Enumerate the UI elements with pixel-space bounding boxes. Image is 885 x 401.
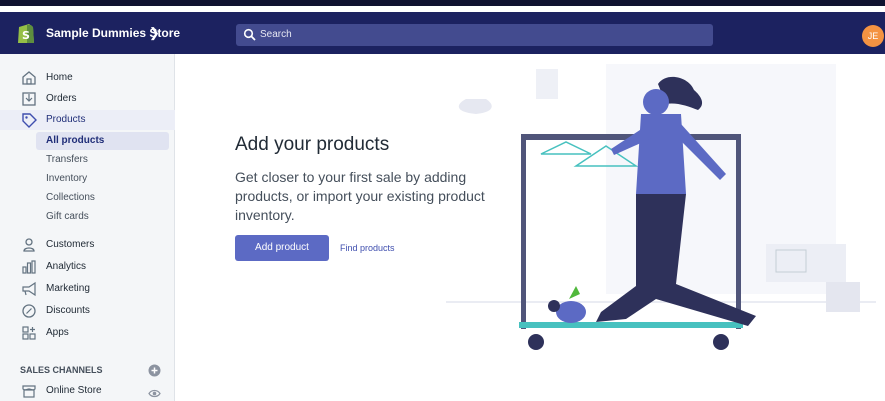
sidebar-subitem-transfers[interactable]: Transfers [36, 151, 169, 169]
discount-icon [22, 304, 36, 318]
empty-state-illustration [446, 64, 876, 350]
avatar[interactable]: JE [862, 25, 884, 47]
sidebar-item-analytics[interactable]: Analytics [0, 257, 175, 277]
sidebar-item-label: Online Store [46, 385, 102, 396]
sidebar-item-marketing[interactable]: Marketing [0, 279, 175, 299]
sidebar-subitem-label: Gift cards [46, 211, 89, 222]
sidebar-item-label: Discounts [46, 305, 90, 316]
add-product-button[interactable]: Add product [235, 235, 329, 261]
sidebar-subitem-label: Collections [46, 192, 95, 203]
sales-channels-heading: SALES CHANNELS [20, 365, 103, 375]
search-input[interactable]: Search [236, 24, 713, 46]
home-icon [22, 71, 36, 85]
sidebar-subitem-all-products[interactable]: All products [36, 132, 169, 150]
apps-icon [22, 326, 36, 340]
eye-icon[interactable] [148, 387, 161, 400]
tag-icon [22, 113, 37, 128]
sidebar-subitem-label: Transfers [46, 154, 88, 165]
sidebar-item-apps[interactable]: Apps [0, 323, 175, 343]
sidebar-item-label: Orders [46, 93, 77, 104]
sidebar-subitem-collections[interactable]: Collections [36, 189, 169, 207]
sidebar-item-label: Customers [46, 239, 95, 250]
sidebar-item-label: Apps [46, 327, 69, 338]
find-products-link[interactable]: Find products [340, 243, 395, 253]
store-icon [22, 385, 36, 398]
sidebar-item-customers[interactable]: Customers [0, 235, 175, 255]
svg-text:S: S [22, 29, 30, 42]
sidebar-item-label: Marketing [46, 283, 90, 294]
sidebar: Home Orders Products All products Transf… [0, 54, 175, 401]
orders-icon [22, 92, 36, 106]
page-title: Add your products [235, 134, 390, 155]
customers-icon [23, 238, 35, 252]
search-icon [243, 28, 256, 41]
main-content: Add your products Get closer to your fir… [176, 54, 885, 401]
sidebar-item-home[interactable]: Home [0, 68, 175, 88]
sidebar-subitem-inventory[interactable]: Inventory [36, 170, 169, 188]
sidebar-subitem-label: All products [46, 135, 105, 146]
sidebar-item-orders[interactable]: Orders [0, 89, 175, 109]
shopify-logo-icon[interactable]: S [16, 21, 36, 45]
sidebar-subitem-gift-cards[interactable]: Gift cards [36, 208, 169, 226]
sidebar-item-label: Products [46, 114, 86, 125]
sidebar-item-label: Home [46, 72, 73, 83]
top-bar: S Sample Dummies Store ❯ Search JE [0, 12, 885, 54]
sidebar-subitem-label: Inventory [46, 173, 88, 184]
chevron-down-icon[interactable]: ❯ [149, 25, 160, 41]
sidebar-item-products[interactable]: Products [0, 110, 175, 130]
app-window: S Sample Dummies Store ❯ Search JE Home [0, 0, 885, 401]
analytics-icon [22, 260, 36, 274]
sidebar-item-discounts[interactable]: Discounts [0, 301, 175, 321]
search-placeholder: Search [260, 29, 292, 40]
sidebar-item-label: Analytics [46, 261, 87, 272]
add-channel-icon[interactable] [148, 364, 161, 377]
megaphone-icon [22, 281, 36, 297]
